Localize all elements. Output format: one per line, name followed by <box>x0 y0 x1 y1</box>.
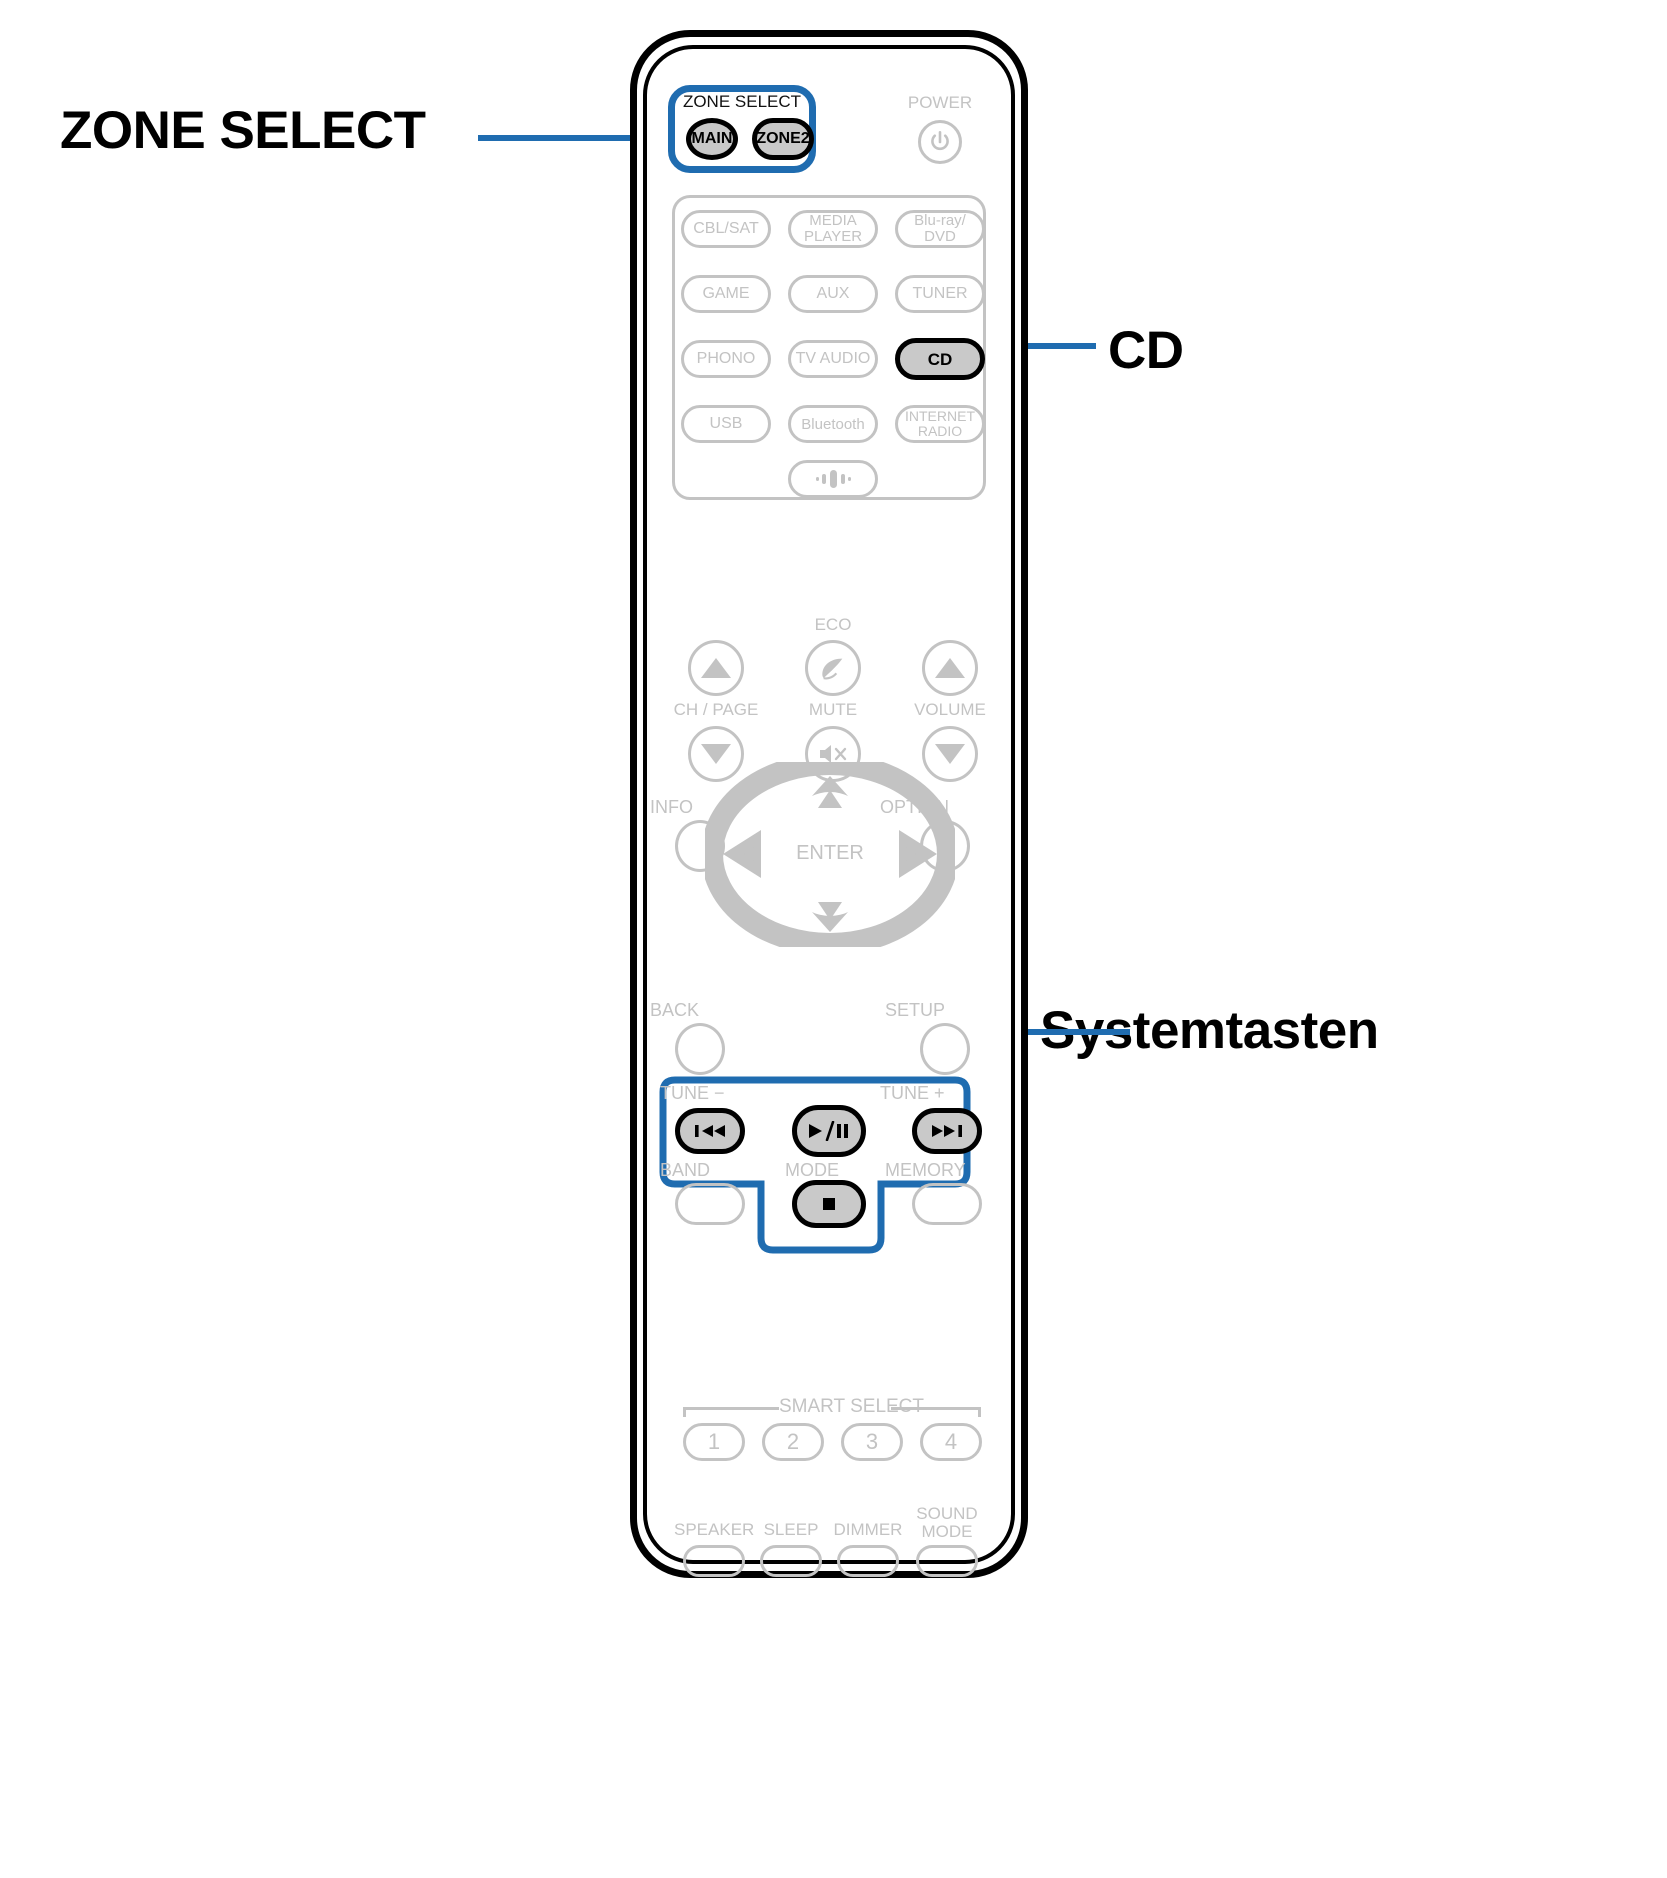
button-game-label: GAME <box>702 285 750 302</box>
button-smart-1-label: 1 <box>707 1429 721 1454</box>
button-smart-2[interactable]: 2 <box>762 1423 824 1461</box>
button-skip-previous[interactable] <box>675 1108 745 1154</box>
button-memory[interactable] <box>912 1183 982 1225</box>
volume-label: VOLUME <box>914 700 986 719</box>
band-label: BAND <box>660 1160 711 1180</box>
power-label: POWER <box>907 93 973 112</box>
button-tuner-label: TUNER <box>912 285 968 302</box>
button-dimmer[interactable] <box>837 1545 899 1577</box>
stop-icon <box>823 1198 835 1210</box>
button-tuner[interactable]: TUNER <box>895 275 985 313</box>
button-blu-ray-dvd[interactable]: Blu-ray/ DVD <box>895 210 985 248</box>
button-internet-radio-label: INTERNET RADIO <box>905 408 975 439</box>
button-smart-4[interactable]: 4 <box>920 1423 982 1461</box>
button-media-player-label: MEDIA PLAYER <box>803 212 863 245</box>
power-icon[interactable] <box>918 120 962 164</box>
sleep-label: SLEEP <box>763 1520 819 1539</box>
dpad-enter-label[interactable]: ENTER <box>705 842 955 865</box>
eco-label: ECO <box>814 615 852 634</box>
sound-mode-label: SOUND MODE <box>916 1504 978 1541</box>
button-ch-page-up[interactable] <box>688 640 744 696</box>
button-skip-next[interactable] <box>912 1108 982 1154</box>
zone-select-group-label: ZONE SELECT <box>682 92 802 111</box>
speaker-label: SPEAKER <box>674 1520 755 1539</box>
button-bluetooth-label: Bluetooth <box>801 415 865 433</box>
button-phono-label: PHONO <box>696 350 756 367</box>
button-smart-1[interactable]: 1 <box>683 1423 745 1461</box>
button-game[interactable]: GAME <box>681 275 771 313</box>
button-eco[interactable] <box>805 640 861 696</box>
button-internet-radio[interactable]: INTERNET RADIO <box>895 405 985 443</box>
button-cbl-sat[interactable]: CBL/SAT <box>681 210 771 248</box>
button-smart-2-label: 2 <box>786 1429 800 1454</box>
mute-label: MUTE <box>808 700 858 719</box>
triangle-up-icon <box>935 658 965 678</box>
button-play-pause[interactable] <box>792 1105 866 1157</box>
dpad-cluster[interactable]: ENTER <box>701 753 959 955</box>
skip-next-icon <box>932 1125 962 1137</box>
button-aux-label: AUX <box>816 285 850 302</box>
tune-plus-label: TUNE + <box>880 1083 945 1103</box>
button-cd[interactable]: CD <box>895 338 985 380</box>
triangle-up-icon <box>701 658 731 678</box>
button-blu-ray-dvd-label: Blu-ray/ DVD <box>914 212 966 245</box>
smart-select-rule-right <box>891 1407 981 1410</box>
button-smart-4-label: 4 <box>944 1429 958 1454</box>
button-band[interactable] <box>675 1183 745 1225</box>
button-zone2[interactable]: ZONE2 <box>752 118 814 160</box>
button-bluetooth[interactable]: Bluetooth <box>788 405 878 443</box>
remote-control-diagram: ZONE SELECT CD Systemtasten ZONE SELECT … <box>0 0 1667 1878</box>
button-cbl-sat-label: CBL/SAT <box>693 220 759 237</box>
callout-label-zone-select: ZONE SELECT <box>60 101 426 160</box>
setup-label: SETUP <box>885 1000 946 1020</box>
triangle-down-icon <box>935 744 965 764</box>
button-usb-label: USB <box>709 415 743 432</box>
tune-minus-label: TUNE − <box>660 1083 725 1103</box>
button-stop[interactable] <box>792 1180 866 1228</box>
button-aux[interactable]: AUX <box>788 275 878 313</box>
smart-select-tick-left <box>683 1407 686 1417</box>
smart-select-tick-right <box>978 1407 981 1417</box>
dimmer-label: DIMMER <box>833 1520 903 1539</box>
button-tv-audio[interactable]: TV AUDIO <box>788 340 878 378</box>
button-volume-up[interactable] <box>922 640 978 696</box>
button-main-label: MAIN <box>691 130 733 147</box>
button-phono[interactable]: PHONO <box>681 340 771 378</box>
play-pause-icon <box>809 1121 848 1141</box>
button-cd-label: CD <box>927 349 953 369</box>
smart-select-group-label: SMART SELECT <box>779 1396 925 1417</box>
button-smart-3-label: 3 <box>865 1429 879 1454</box>
button-tv-audio-label: TV AUDIO <box>795 350 871 367</box>
button-sound-mode[interactable] <box>916 1545 978 1577</box>
ch-page-label: CH / PAGE <box>673 700 759 719</box>
skip-previous-icon <box>695 1125 725 1137</box>
callout-label-cd: CD <box>1108 321 1184 380</box>
button-zone2-label: ZONE2 <box>756 130 810 147</box>
back-label: BACK <box>650 1000 700 1020</box>
button-speaker[interactable] <box>683 1545 745 1577</box>
button-media-player[interactable]: MEDIA PLAYER <box>788 210 878 248</box>
button-sleep[interactable] <box>760 1545 822 1577</box>
button-heos[interactable] <box>788 460 878 498</box>
heos-sound-icon <box>816 470 851 488</box>
button-smart-3[interactable]: 3 <box>841 1423 903 1461</box>
mode-label: MODE <box>785 1160 839 1180</box>
leaf-icon <box>822 658 843 680</box>
button-usb[interactable]: USB <box>681 405 771 443</box>
memory-label: MEMORY <box>885 1160 966 1180</box>
button-main[interactable]: MAIN <box>686 118 738 160</box>
triangle-down-icon <box>701 744 731 764</box>
smart-select-rule-left <box>683 1407 779 1410</box>
